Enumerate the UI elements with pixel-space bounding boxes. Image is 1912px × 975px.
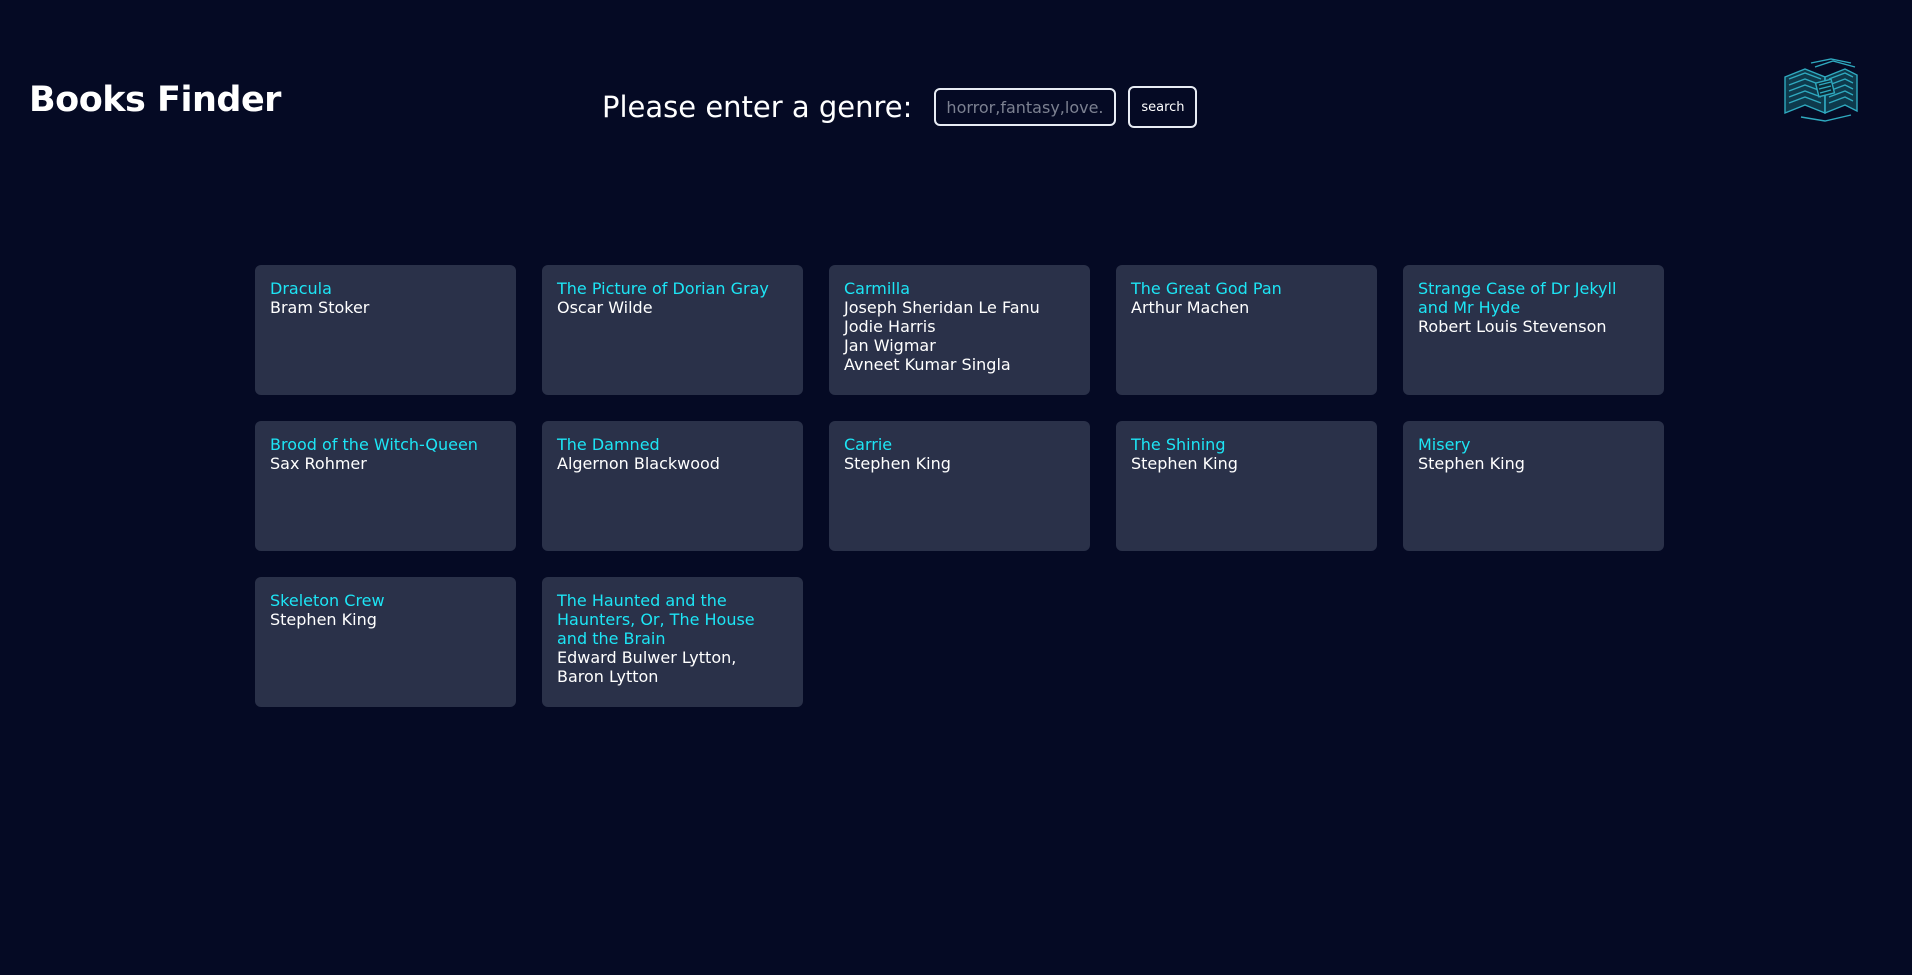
- book-card[interactable]: Strange Case of Dr Jekyll and Mr Hyde Ro…: [1403, 265, 1664, 395]
- book-author: Arthur Machen: [1131, 298, 1250, 317]
- book-grid: Dracula Bram Stoker The Picture of Doria…: [255, 265, 1664, 707]
- book-title[interactable]: Misery: [1418, 435, 1649, 454]
- book-title[interactable]: The Shining: [1131, 435, 1362, 454]
- book-card[interactable]: The Damned Algernon Blackwood: [542, 421, 803, 551]
- search-label: Please enter a genre:: [602, 90, 913, 124]
- book-author: Joseph Sheridan Le Fanu: [844, 298, 1040, 317]
- book-author: Stephen King: [270, 610, 377, 629]
- book-author: Avneet Kumar Singla: [844, 355, 1011, 374]
- book-title[interactable]: The Great God Pan: [1131, 279, 1362, 298]
- book-author: Stephen King: [1418, 454, 1525, 473]
- book-author: Bram Stoker: [270, 298, 370, 317]
- book-card[interactable]: The Shining Stephen King: [1116, 421, 1377, 551]
- book-author: Stephen King: [1131, 454, 1238, 473]
- book-title[interactable]: The Haunted and the Haunters, Or, The Ho…: [557, 591, 788, 648]
- book-author: Oscar Wilde: [557, 298, 653, 317]
- book-card[interactable]: Brood of the Witch-Queen Sax Rohmer: [255, 421, 516, 551]
- book-title[interactable]: The Picture of Dorian Gray: [557, 279, 788, 298]
- genre-search-input[interactable]: [934, 88, 1117, 126]
- search-bar: Please enter a genre: search: [602, 86, 1198, 128]
- app-title: Books Finder: [29, 80, 281, 120]
- book-card[interactable]: Carmilla Joseph Sheridan Le Fanu Jodie H…: [829, 265, 1090, 395]
- book-card[interactable]: Skeleton Crew Stephen King: [255, 577, 516, 707]
- open-book-icon: [1781, 55, 1863, 127]
- book-author: Jodie Harris: [844, 317, 936, 336]
- book-title[interactable]: Brood of the Witch-Queen: [270, 435, 501, 454]
- search-button[interactable]: search: [1128, 86, 1198, 128]
- book-author: Jan Wigmar: [844, 336, 936, 355]
- book-author: Robert Louis Stevenson: [1418, 317, 1607, 336]
- book-card[interactable]: Dracula Bram Stoker: [255, 265, 516, 395]
- book-title[interactable]: Skeleton Crew: [270, 591, 501, 610]
- book-card[interactable]: The Picture of Dorian Gray Oscar Wilde: [542, 265, 803, 395]
- book-title[interactable]: The Damned: [557, 435, 788, 454]
- book-card[interactable]: Misery Stephen King: [1403, 421, 1664, 551]
- book-title[interactable]: Strange Case of Dr Jekyll and Mr Hyde: [1418, 279, 1649, 317]
- book-title[interactable]: Carrie: [844, 435, 1075, 454]
- book-author: Algernon Blackwood: [557, 454, 720, 473]
- book-card[interactable]: Carrie Stephen King: [829, 421, 1090, 551]
- book-title[interactable]: Carmilla: [844, 279, 1075, 298]
- book-author: Sax Rohmer: [270, 454, 367, 473]
- book-author: Edward Bulwer Lytton, Baron Lytton: [557, 648, 737, 686]
- book-author: Stephen King: [844, 454, 951, 473]
- book-card[interactable]: The Great God Pan Arthur Machen: [1116, 265, 1377, 395]
- page: Books Finder Please enter a genre: searc…: [0, 0, 1912, 975]
- book-title[interactable]: Dracula: [270, 279, 501, 298]
- book-card[interactable]: The Haunted and the Haunters, Or, The Ho…: [542, 577, 803, 707]
